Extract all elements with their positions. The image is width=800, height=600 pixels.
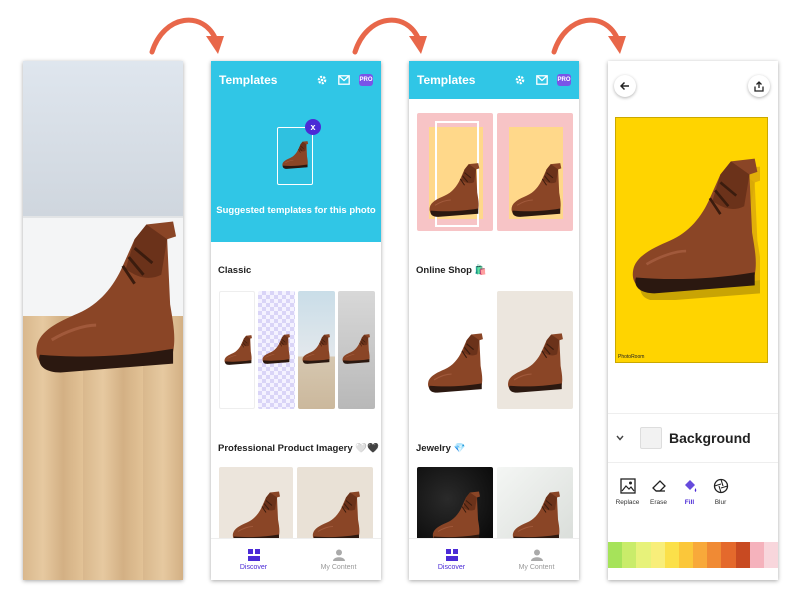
bottom-nav: Discover My Content <box>211 538 381 580</box>
nav-my-content-label: My Content <box>320 563 357 571</box>
photo-thumbnail[interactable] <box>277 127 313 185</box>
curved-arrow-icon <box>551 17 626 55</box>
color-swatch[interactable] <box>735 542 750 568</box>
screen-title: Templates <box>219 73 278 87</box>
nav-discover[interactable]: Discover <box>409 539 494 580</box>
discover-icon <box>445 548 458 561</box>
layer-label: Background <box>669 430 751 446</box>
tool-bar: Replace Erase Fill Blur <box>608 477 778 527</box>
wall <box>23 61 183 216</box>
back-button[interactable] <box>614 75 636 97</box>
color-swatch[interactable] <box>608 542 623 568</box>
nav-my-content-label: My Content <box>518 563 555 571</box>
templates-scrolled-screen: Templates PRO Online Shop 🛍️ Jewelry 💎 D… <box>409 61 579 580</box>
gear-icon[interactable] <box>315 73 329 87</box>
tool-fill[interactable]: Fill <box>674 477 705 527</box>
share-button[interactable] <box>748 75 770 97</box>
editor-screen: PhotoRoom Background Replace Erase Fill <box>608 61 778 580</box>
arrow-left-icon <box>620 81 629 91</box>
template-card[interactable] <box>338 291 375 409</box>
original-photo <box>23 61 183 580</box>
nav-discover[interactable]: Discover <box>211 539 296 580</box>
person-icon <box>530 549 543 561</box>
nav-discover-label: Discover <box>437 563 466 571</box>
person-icon <box>332 549 345 561</box>
color-swatch[interactable] <box>721 542 736 568</box>
template-card[interactable] <box>219 291 255 409</box>
template-card[interactable] <box>417 467 493 547</box>
layer-thumbnail <box>640 427 662 449</box>
pro-badge[interactable]: PRO <box>557 74 571 86</box>
color-swatch[interactable] <box>763 542 778 568</box>
tool-blur[interactable]: Blur <box>705 477 736 527</box>
color-swatch[interactable] <box>650 542 665 568</box>
section-title-classic: Classic <box>218 265 252 276</box>
template-card[interactable] <box>497 291 573 409</box>
template-card[interactable] <box>497 467 573 547</box>
template-card[interactable] <box>258 291 295 409</box>
tool-label: Replace <box>615 499 640 506</box>
boot-image <box>631 157 760 300</box>
color-swatch[interactable] <box>678 542 694 568</box>
template-card[interactable] <box>219 467 293 547</box>
color-swatch[interactable] <box>707 542 722 568</box>
color-swatch[interactable] <box>693 542 708 568</box>
nav-my-content[interactable]: My Content <box>494 539 579 580</box>
nav-discover-label: Discover <box>239 563 268 571</box>
color-swatch[interactable] <box>622 542 637 568</box>
top-bar: Templates PRO <box>211 61 381 99</box>
section-title-online-shop: Online Shop 🛍️ <box>416 265 487 276</box>
template-card[interactable] <box>417 113 493 231</box>
replace-icon <box>619 477 637 495</box>
color-swatch[interactable] <box>636 542 651 568</box>
suggested-text: Suggested templates for this photo <box>216 205 376 216</box>
gear-icon[interactable] <box>513 73 527 87</box>
tool-label: Fill <box>684 499 695 506</box>
curved-arrow-icon <box>149 17 224 55</box>
tool-erase[interactable]: Erase <box>643 477 674 527</box>
mail-icon[interactable] <box>535 73 549 87</box>
editor-top-bar <box>608 61 778 115</box>
layer-row[interactable]: Background <box>608 413 778 463</box>
template-card[interactable] <box>297 467 373 547</box>
section-title-jewelry: Jewelry 💎 <box>416 443 466 454</box>
fill-icon <box>681 477 699 495</box>
pro-badge[interactable]: PRO <box>359 74 373 86</box>
boot-image <box>34 220 178 374</box>
mail-icon[interactable] <box>337 73 351 87</box>
screen-title: Templates <box>417 73 476 87</box>
watermark: PhotoRoom <box>618 354 645 360</box>
color-swatch[interactable] <box>664 542 679 568</box>
color-swatch[interactable] <box>749 542 764 568</box>
suggestion-hero: x Suggested templates for this photo <box>211 99 381 242</box>
curved-arrow-icon <box>352 17 427 55</box>
nav-my-content[interactable]: My Content <box>296 539 381 580</box>
blur-icon <box>712 477 730 495</box>
boot-thumb <box>282 140 309 170</box>
template-card[interactable] <box>497 113 573 231</box>
share-icon <box>754 80 764 92</box>
section-title-professional: Professional Product Imagery 🤍🖤 <box>218 443 379 454</box>
tool-label: Blur <box>714 499 727 506</box>
editor-canvas[interactable]: PhotoRoom <box>615 117 768 363</box>
discover-icon <box>247 548 260 561</box>
color-swatches <box>608 542 778 568</box>
bottom-nav: Discover My Content <box>409 538 579 580</box>
tool-label: Erase <box>650 499 667 506</box>
close-icon[interactable]: x <box>305 119 321 135</box>
template-card[interactable] <box>417 291 493 409</box>
top-bar: Templates PRO <box>409 61 579 99</box>
template-card[interactable] <box>298 291 335 409</box>
templates-screen: Templates PRO x Suggested templates for … <box>211 61 381 580</box>
chevron-down-icon[interactable] <box>616 433 634 443</box>
tool-replace[interactable]: Replace <box>612 477 643 527</box>
erase-icon <box>650 477 668 495</box>
